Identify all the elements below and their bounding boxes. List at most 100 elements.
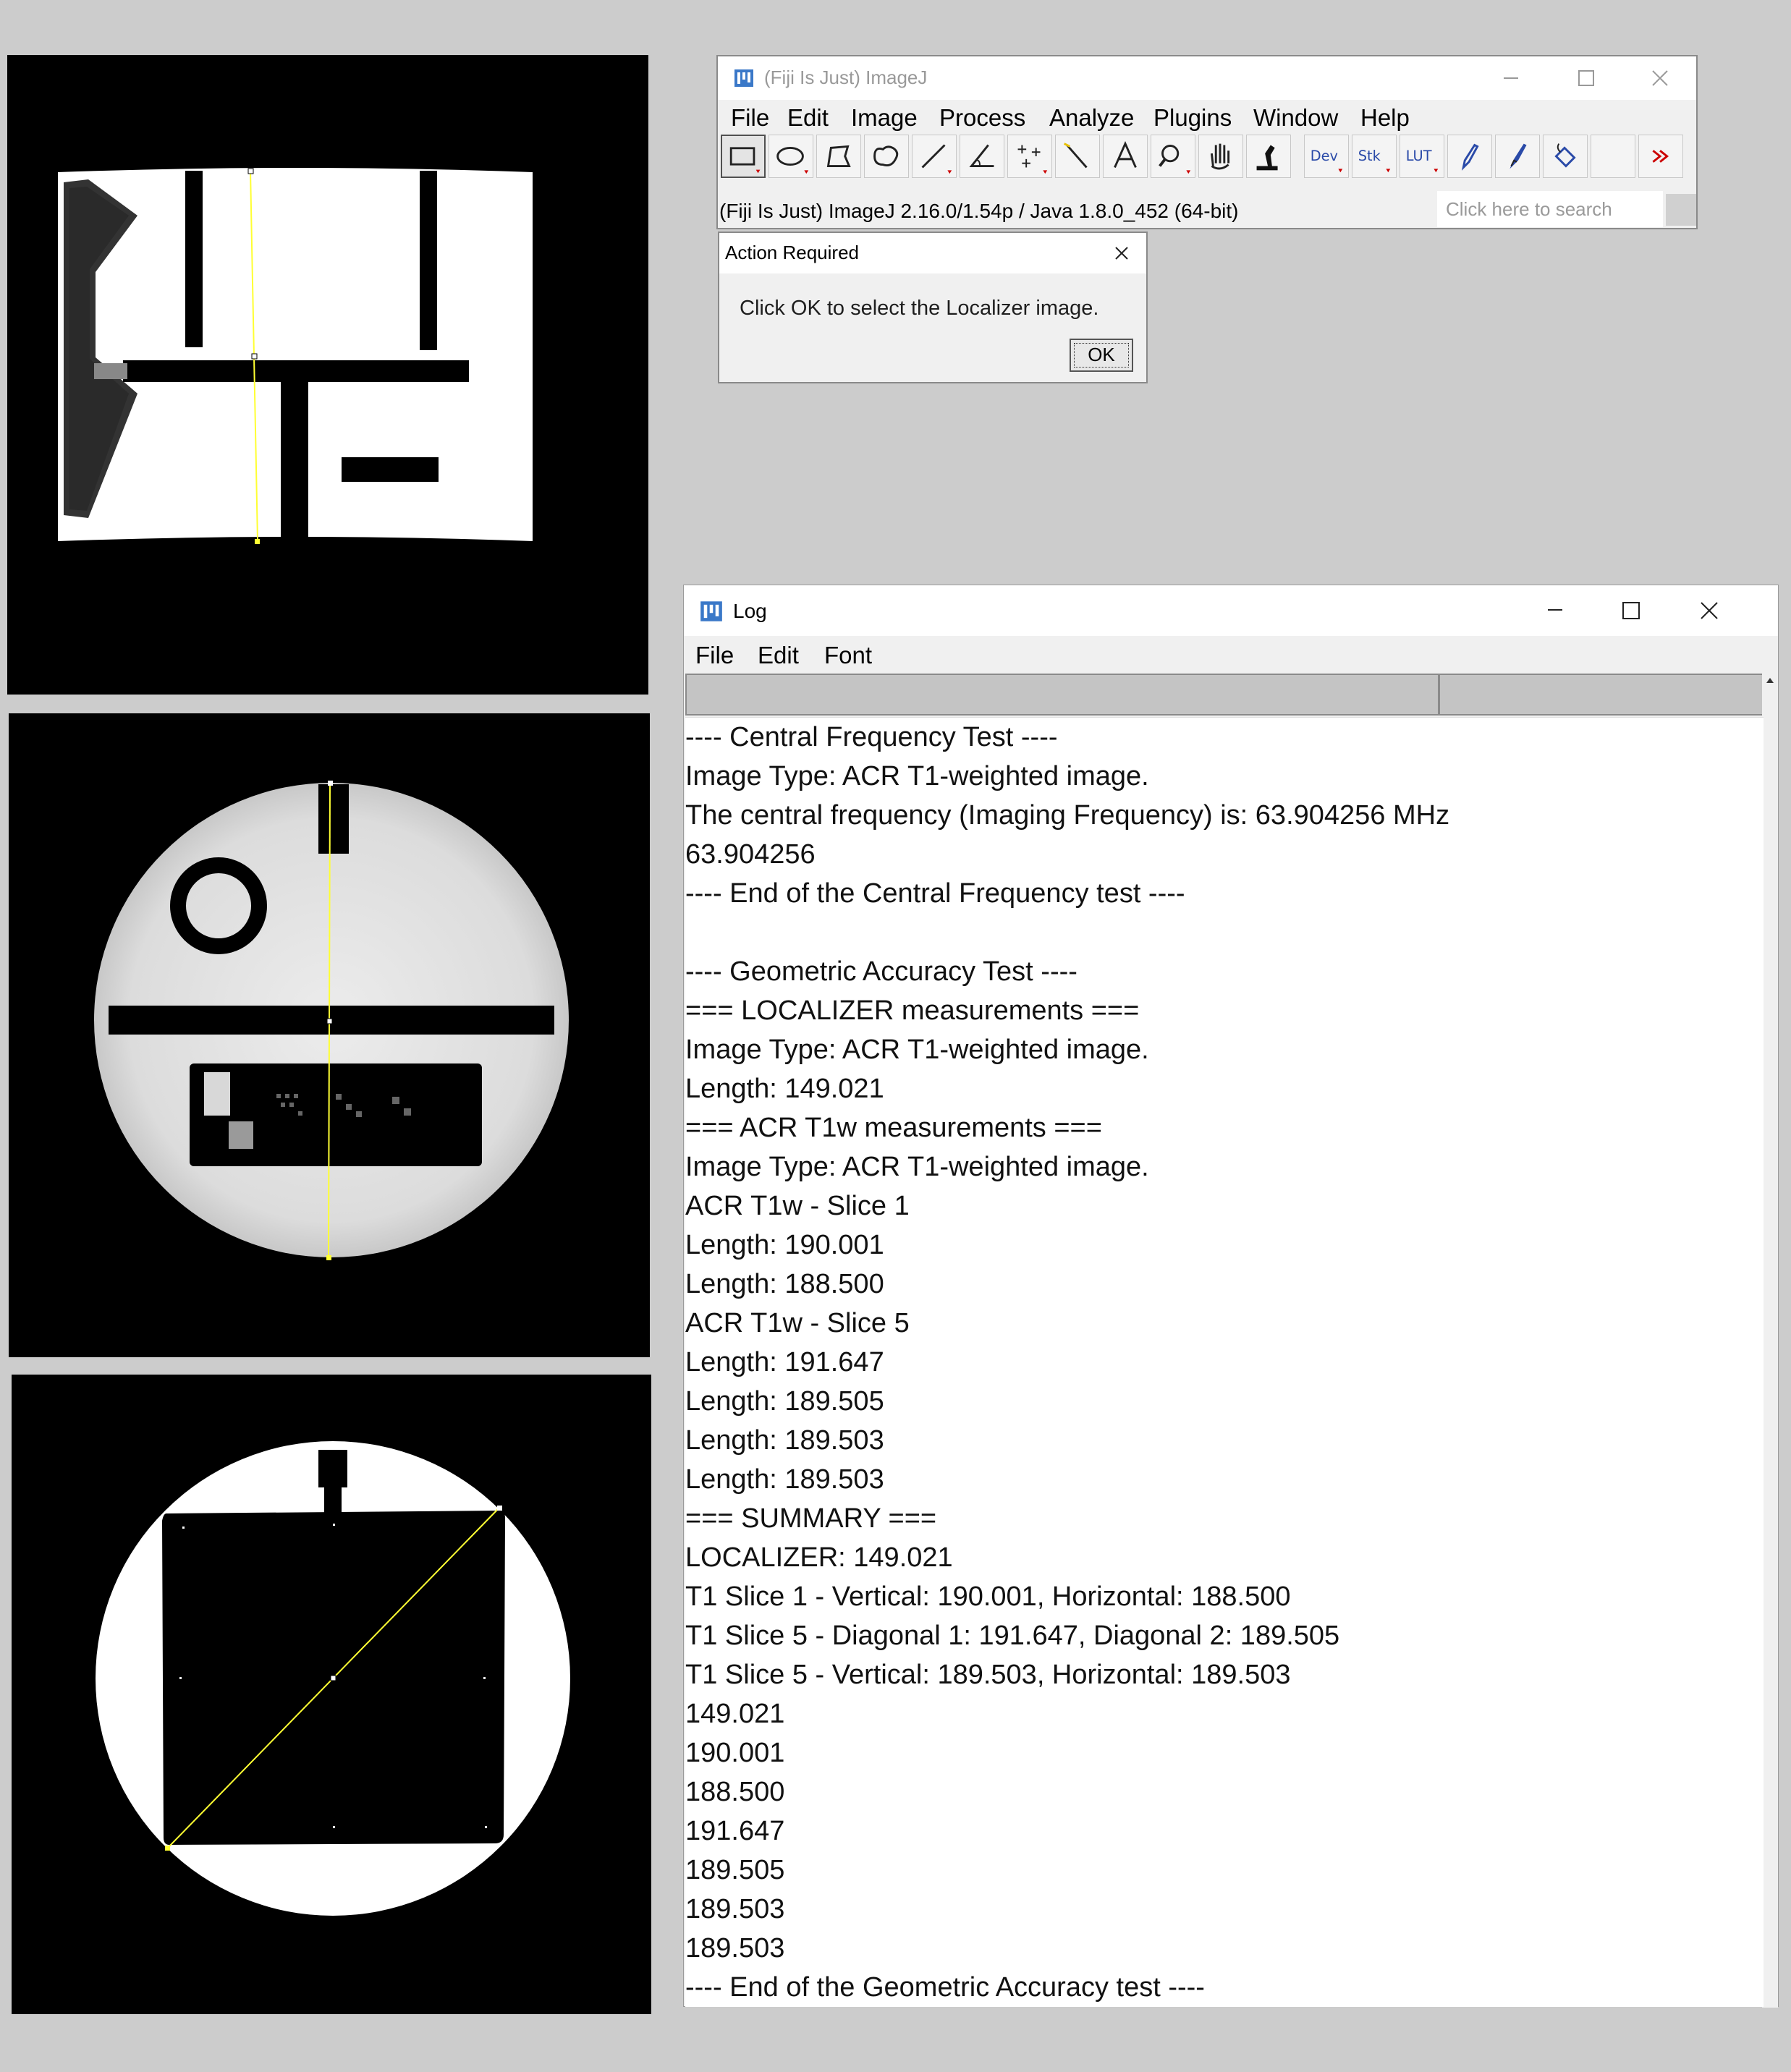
log-window-title: Log — [733, 600, 767, 622]
imagej-toolbar: Dev Stk LUT — [721, 132, 1693, 178]
menu-window[interactable]: Window — [1253, 104, 1338, 132]
log-line: Length: 189.505 — [685, 1386, 884, 1417]
dialog-message: Click OK to select the Localizer image. — [740, 297, 1099, 320]
freehand-tool-icon[interactable] — [864, 135, 909, 178]
close-icon[interactable] — [1101, 236, 1142, 271]
menu-plugins[interactable]: Plugins — [1153, 104, 1232, 132]
log-line: T1 Slice 5 - Diagonal 1: 191.647, Diagon… — [685, 1621, 1340, 1651]
more-tools-icon[interactable] — [1638, 135, 1683, 178]
log-line: Image Type: ACR T1-weighted image. — [685, 1152, 1149, 1182]
color-picker-tool-icon[interactable] — [1246, 135, 1291, 178]
log-line: 191.647 — [685, 1816, 785, 1846]
log-line: Length: 189.503 — [685, 1425, 884, 1456]
log-line: T1 Slice 5 - Vertical: 189.503, Horizont… — [685, 1660, 1291, 1690]
menu-help[interactable]: Help — [1360, 104, 1410, 132]
menu-analyze[interactable]: Analyze — [1049, 104, 1134, 132]
menu-process[interactable]: Process — [939, 104, 1025, 132]
menu-edit[interactable]: Edit — [758, 642, 799, 669]
log-menubar: File Edit Font — [684, 636, 1778, 674]
imagej-window-title: (Fiji Is Just) ImageJ — [764, 67, 928, 88]
magnifier-tool-icon[interactable] — [1151, 135, 1195, 178]
log-line: ---- Central Frequency Test ---- — [685, 722, 1058, 752]
log-window[interactable]: Log File Edit Font ---- Central Frequenc… — [683, 585, 1779, 2008]
log-line: === SUMMARY === — [685, 1503, 937, 1534]
log-line: ---- Geometric Accuracy Test ---- — [685, 956, 1077, 987]
t1-slice1-image-panel[interactable] — [9, 713, 650, 1357]
log-line: ---- End of the Geometric Accuracy test … — [685, 1972, 1205, 2003]
log-line: Length: 188.500 — [685, 1269, 884, 1299]
stk-menu[interactable]: Stk — [1352, 135, 1397, 178]
log-line: Image Type: ACR T1-weighted image. — [685, 761, 1149, 791]
log-titlebar[interactable]: Log — [684, 585, 1778, 636]
brush-tool-icon[interactable] — [1495, 135, 1540, 178]
column-divider[interactable] — [1438, 675, 1440, 714]
menu-font[interactable]: Font — [824, 642, 872, 669]
search-input[interactable]: Click here to search — [1437, 191, 1663, 227]
text-tool-icon[interactable] — [1103, 135, 1148, 178]
ok-button[interactable]: OK — [1070, 339, 1133, 372]
multipoint-tool-icon[interactable] — [1007, 135, 1052, 178]
scroll-up-icon[interactable] — [1762, 674, 1778, 688]
oval-tool-icon[interactable] — [769, 135, 813, 178]
localizer-image-panel[interactable] — [7, 55, 648, 695]
imagej-status-bar: (Fiji Is Just) ImageJ 2.16.0/1.54p / Jav… — [719, 200, 1239, 222]
log-line: Length: 191.647 — [685, 1347, 884, 1377]
flood-fill-tool-icon[interactable] — [1543, 135, 1588, 178]
log-line: ACR T1w - Slice 5 — [685, 1308, 910, 1338]
vertical-scrollbar[interactable] — [1762, 674, 1778, 2008]
menu-edit[interactable]: Edit — [787, 104, 829, 132]
search-options-button[interactable] — [1666, 194, 1696, 226]
log-line: Length: 149.021 — [685, 1074, 884, 1104]
log-line: 189.503 — [685, 1894, 785, 1924]
log-line: 188.500 — [685, 1777, 785, 1807]
log-line: Image Type: ACR T1-weighted image. — [685, 1035, 1149, 1065]
t1-slice5-image-panel[interactable] — [12, 1375, 651, 2014]
menu-file[interactable]: File — [731, 104, 769, 132]
maximize-icon[interactable] — [1593, 585, 1668, 636]
angle-tool-icon[interactable] — [960, 135, 1004, 178]
imagej-menubar: File Edit Image Process Analyze Plugins … — [718, 100, 1696, 132]
close-icon[interactable] — [1672, 585, 1748, 636]
log-line: The central frequency (Imaging Frequency… — [685, 800, 1450, 831]
fiji-app-icon — [700, 600, 723, 623]
imagej-main-window[interactable]: (Fiji Is Just) ImageJ File Edit Image Pr… — [716, 55, 1698, 229]
imagej-titlebar[interactable]: (Fiji Is Just) ImageJ — [718, 56, 1696, 100]
blank-tool[interactable] — [1591, 135, 1635, 178]
minimize-icon[interactable] — [1472, 56, 1547, 100]
log-line: T1 Slice 1 - Vertical: 190.001, Horizont… — [685, 1581, 1291, 1612]
wand-tool-icon[interactable] — [1055, 135, 1100, 178]
log-table-header — [685, 674, 1764, 716]
log-line: ACR T1w - Slice 1 — [685, 1191, 910, 1221]
log-line: Length: 189.503 — [685, 1464, 884, 1495]
close-icon[interactable] — [1622, 56, 1698, 100]
log-line: 190.001 — [685, 1738, 785, 1768]
t1-slice1-image — [9, 713, 650, 1357]
log-line: Length: 190.001 — [685, 1230, 884, 1260]
line-tool-icon[interactable] — [912, 135, 957, 178]
pencil-tool-icon[interactable] — [1447, 135, 1492, 178]
log-line: LOCALIZER: 149.021 — [685, 1542, 953, 1573]
rectangle-tool-icon[interactable] — [721, 135, 766, 178]
log-text-area[interactable]: ---- Central Frequency Test ---- Image Ty… — [685, 717, 1764, 2007]
lut-menu[interactable]: LUT — [1400, 135, 1444, 178]
log-line: === LOCALIZER measurements === — [685, 995, 1140, 1026]
localizer-image — [7, 55, 648, 695]
menu-file[interactable]: File — [695, 642, 734, 669]
log-line: 149.021 — [685, 1699, 785, 1729]
log-line: === ACR T1w measurements === — [685, 1113, 1102, 1143]
svg-text:Dev: Dev — [1311, 148, 1338, 164]
action-required-dialog[interactable]: Action Required Click OK to select the L… — [718, 232, 1148, 383]
svg-text:Stk: Stk — [1358, 148, 1381, 164]
log-line: ---- End of the Central Frequency test -… — [685, 878, 1185, 909]
hand-tool-icon[interactable] — [1198, 135, 1243, 178]
menu-image[interactable]: Image — [851, 104, 918, 132]
polygon-tool-icon[interactable] — [816, 135, 861, 178]
t1-slice5-image — [12, 1375, 651, 2014]
fiji-app-icon — [734, 68, 754, 88]
svg-text:LUT: LUT — [1406, 148, 1432, 164]
minimize-icon[interactable] — [1517, 585, 1593, 636]
dialog-titlebar[interactable]: Action Required — [719, 233, 1146, 273]
maximize-icon[interactable] — [1547, 56, 1622, 100]
dev-menu[interactable]: Dev — [1304, 135, 1349, 178]
dialog-title: Action Required — [725, 242, 859, 263]
